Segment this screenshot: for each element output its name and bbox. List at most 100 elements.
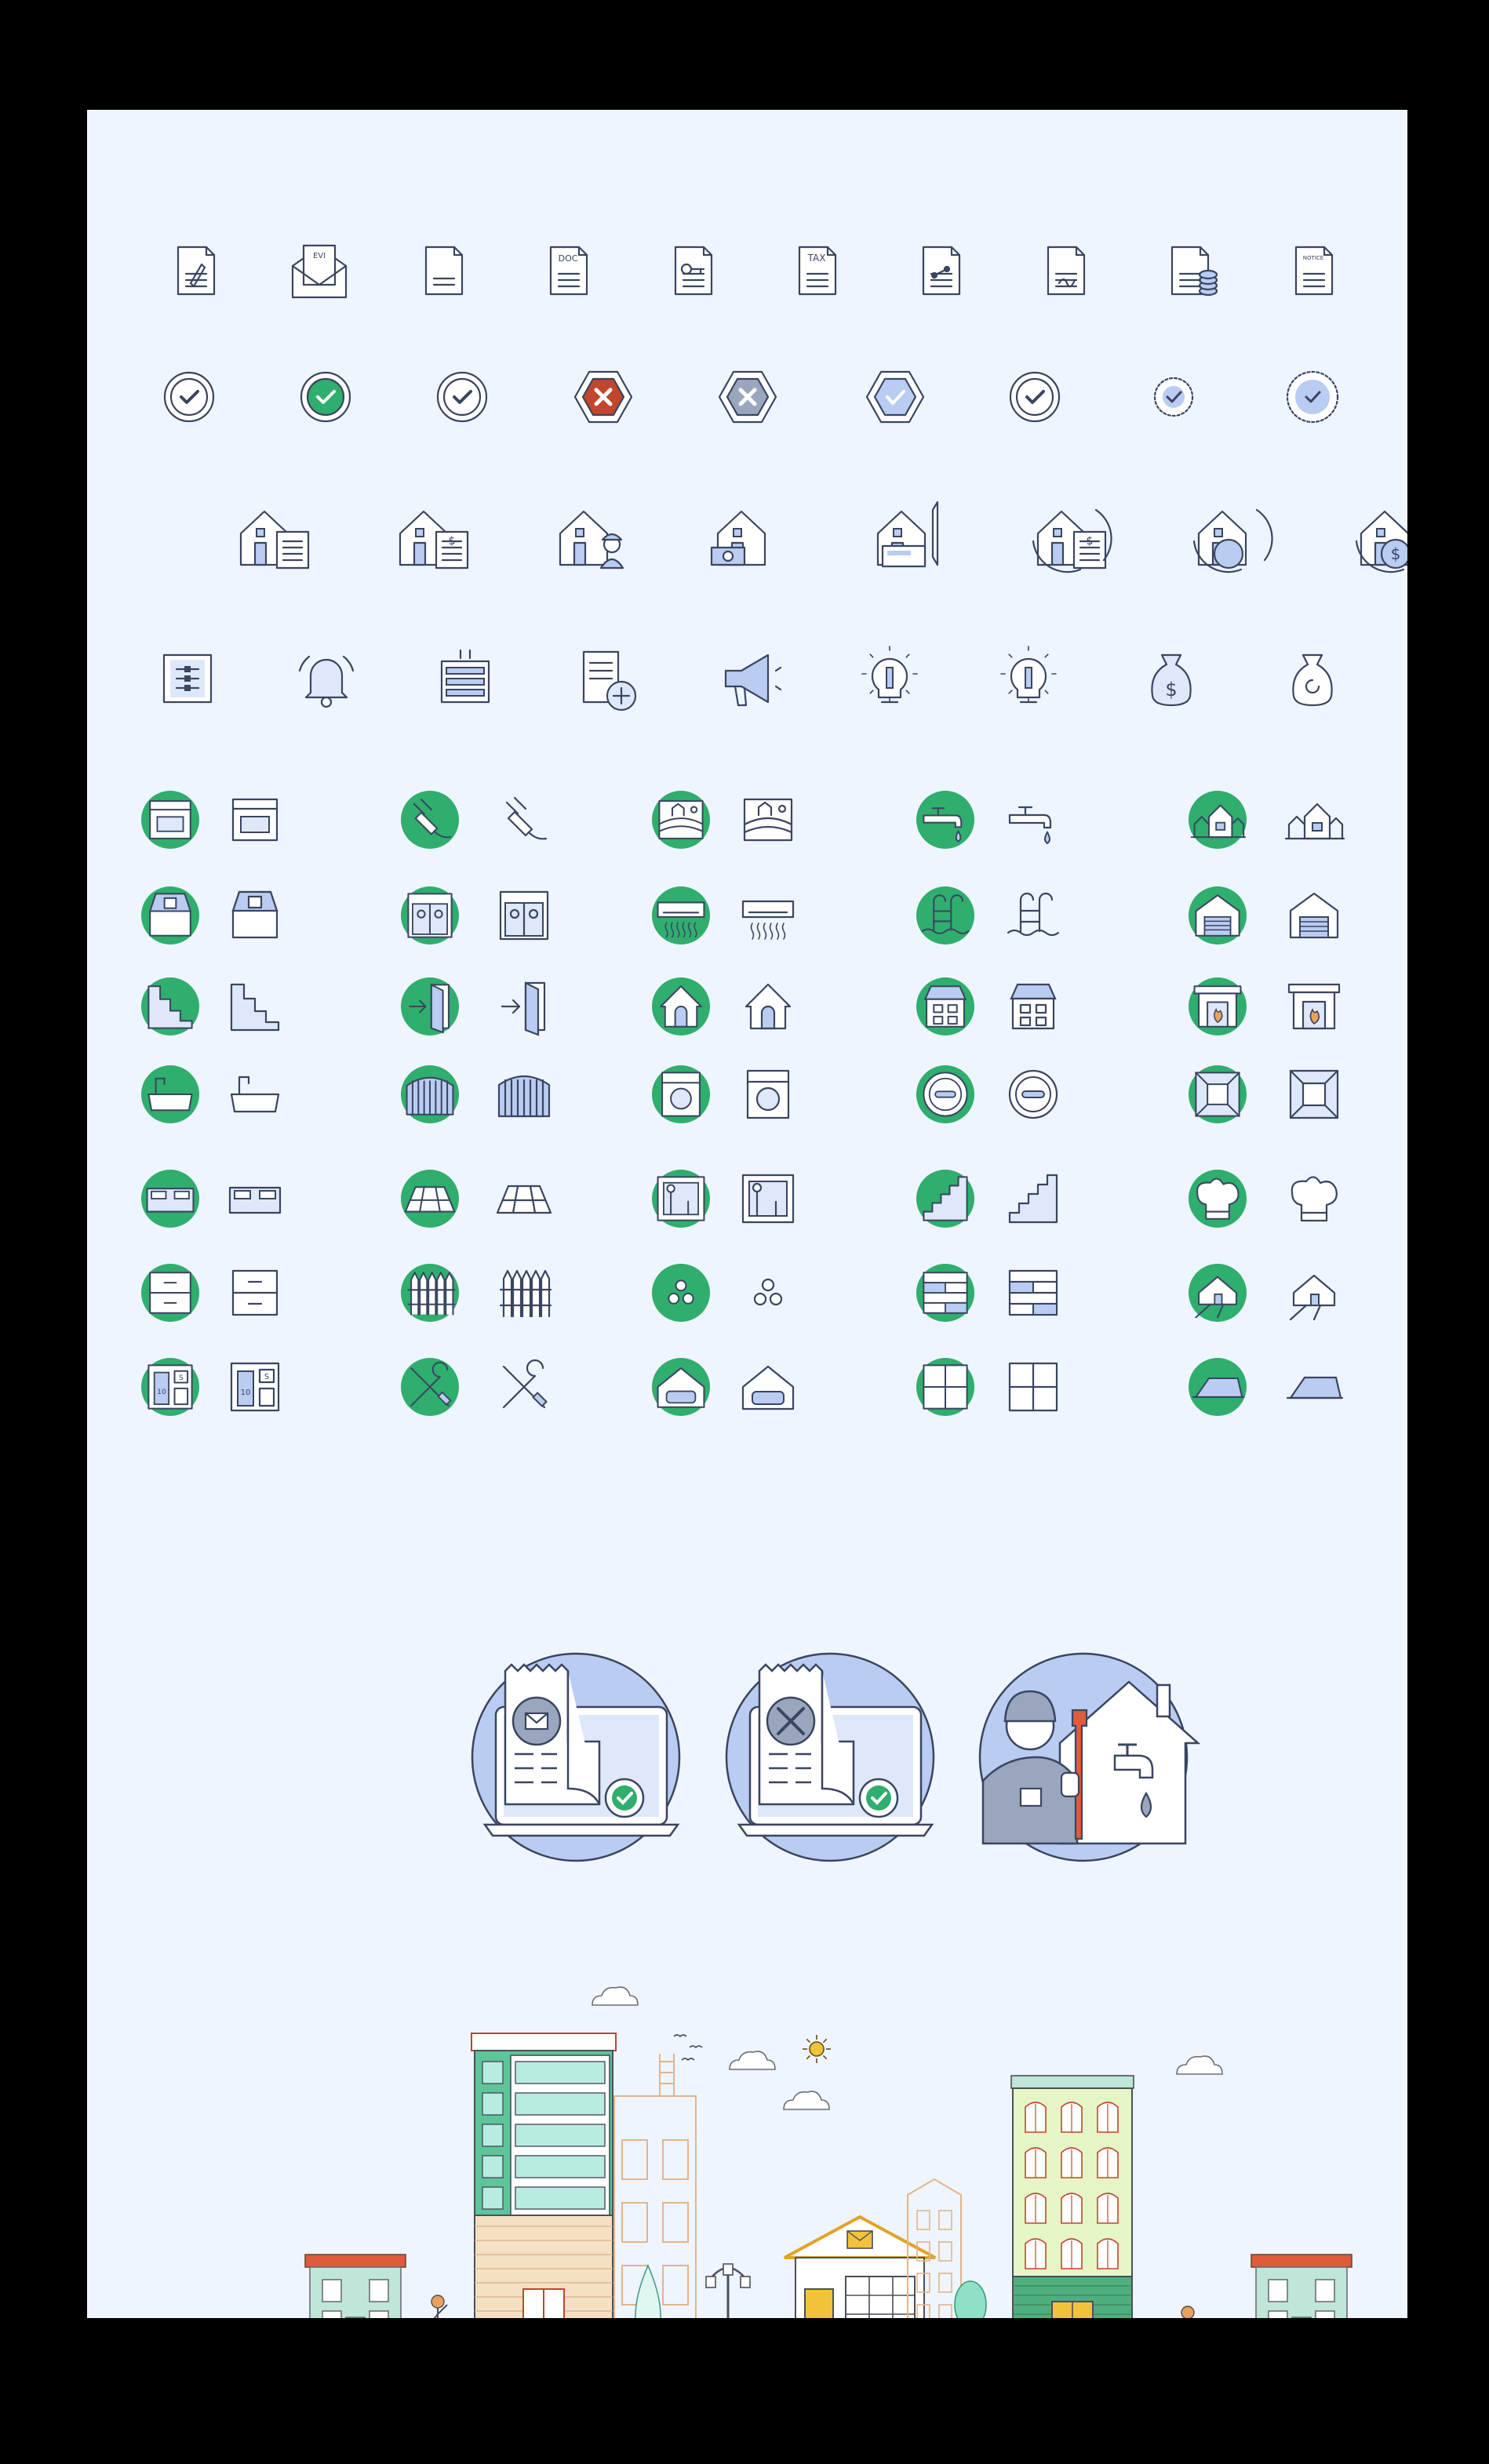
room-perspective-glyph [1289,1069,1339,1119]
elevator-outline-icon [499,890,549,941]
tools-outline-icon [502,1359,548,1409]
error-hexagon-red-icon [573,370,633,424]
check-circle-icon [163,371,215,423]
brick-wall-glyph [1008,1269,1058,1316]
landscape-field-green-icon [652,791,710,849]
smoke-detector-glyph [1008,1069,1058,1119]
garage-car-green-icon [652,1358,710,1416]
chef-hat-glyph [1291,1176,1338,1222]
drawer-green-icon [141,1264,199,1322]
landscape-field-outline-icon [743,798,793,842]
staircase-glyph [1008,1174,1058,1224]
gate-outline-icon [497,1075,551,1118]
fireplace-glyph [1193,985,1242,1028]
money-bag-icon: $ [1151,653,1192,707]
chef-hat-outline-icon [1291,1176,1338,1222]
bathtub-glyph [230,1075,280,1113]
room-perspective-outline-icon [1289,1069,1339,1119]
label-text: $ [1165,679,1177,701]
bed-outline-icon [228,1186,282,1214]
online-payment-repair-illustration [725,1652,935,1862]
neighborhood-glyph [1284,803,1345,840]
driveway-house-glyph [1289,1274,1336,1321]
house-builder-icon [559,510,624,570]
bed-green-icon [141,1170,199,1228]
chef-hat-green-icon [1189,1170,1247,1228]
online-payment-mail-illustration [471,1652,681,1862]
pale-green-apartment [1010,2075,1134,2318]
check-dotted-circle-icon [1286,370,1339,424]
room-perspective-green-icon [1189,1065,1247,1123]
blank-document-icon [424,246,464,296]
label-text: 10 [157,1388,166,1396]
smoke-detector-outline-icon [1008,1069,1058,1119]
window-view-green-icon [652,1170,710,1228]
pool-ladder-green-icon [916,886,974,944]
beige-building-outline [613,2054,697,2318]
tools-green-icon [401,1358,459,1416]
elevator-glyph [499,890,549,941]
power-plug-outline-icon [505,796,548,840]
room-perspective-glyph [1195,1072,1240,1117]
birds [673,2034,703,2062]
garage-outline-icon [1289,892,1339,939]
icon-canvas: EVI DOC TAX NOTICE $ $ $ $10 S 10 S [141,244,1407,2318]
label-text: $ [1391,544,1401,563]
water-tap-green-icon [916,791,974,849]
fireplace-outline-icon [1287,983,1341,1030]
eviction-letter-icon: EVI [291,244,348,299]
washing-machine-glyph [661,1072,701,1117]
sun [803,2035,831,2063]
drawer-glyph [149,1272,191,1314]
house-refund-document-icon: $ [1032,508,1112,573]
hotel-room-board-glyph: 10 S [230,1362,280,1412]
fireplace-green-icon [1189,977,1247,1035]
alarm-bell-icon [298,655,355,708]
drawer-outline-icon [231,1269,279,1316]
air-conditioner-green-icon [652,886,710,944]
garage-green-icon [1189,886,1247,944]
network-document-icon [922,246,961,296]
water-tap-glyph [1008,806,1052,845]
error-hexagon-grey-icon [718,370,777,424]
cloud [729,2051,776,2070]
bubbles-green-icon [652,1264,710,1322]
roof-glyph [1286,1376,1344,1399]
garage-car-outline-icon [741,1365,795,1410]
house-check-pen-icon [876,500,939,568]
label-text: S [264,1373,269,1381]
brick-wall-glyph [923,1272,968,1314]
elevator-green-icon [401,886,459,944]
bathtub-outline-icon [230,1075,280,1113]
fireplace-glyph [1287,983,1341,1030]
small-house-glyph [923,985,967,1028]
power-plug-glyph [505,796,548,840]
gate-glyph [406,1076,454,1116]
fence-glyph [407,1272,456,1316]
air-conditioner-glyph [741,900,795,940]
bubbles-outline-icon [753,1278,783,1306]
house-money-icon [710,510,766,566]
small-house-right [1251,2254,1352,2318]
enter-door-glyph [501,981,546,1036]
icon-sheet: EVI DOC TAX NOTICE $ $ $ $10 S 10 S [87,110,1407,2318]
power-plug-green-icon [401,791,459,849]
floor-tiles-glyph [496,1185,552,1214]
gate-green-icon [401,1065,459,1123]
post-office [784,2215,936,2318]
enter-door-outline-icon [501,981,546,1036]
tree-right [954,2280,987,2318]
refresh-bag-icon [1292,653,1333,707]
small-house-outline-icon [1010,983,1057,1030]
hotel-room-board-glyph: 10 S [147,1364,193,1410]
pencil-document-icon [177,246,216,296]
roof-outline-icon [1286,1376,1344,1399]
hotel-room-board-outline-icon: 10 S [230,1362,280,1412]
window-panes-glyph [923,1364,968,1410]
info-bulb-icon [1000,646,1057,704]
window-panes-green-icon [916,1358,974,1416]
home-door-glyph [744,983,792,1030]
check-circle-green-icon [300,371,351,423]
oven-green-icon [141,791,199,849]
stairs-floor-green-icon [141,977,199,1035]
